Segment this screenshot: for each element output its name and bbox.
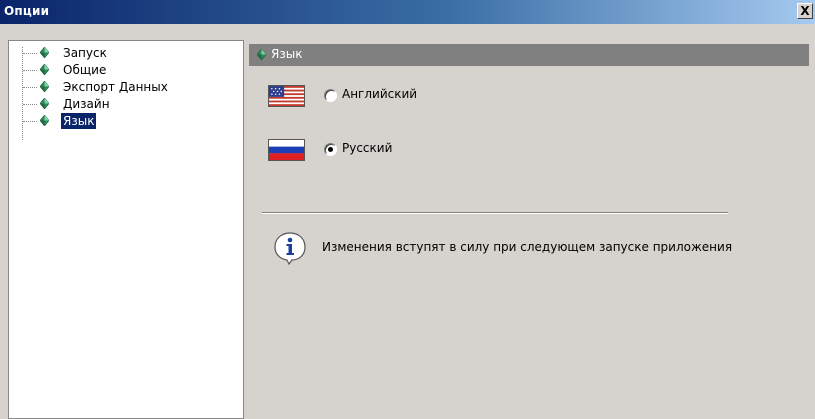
green-diamond-icon bbox=[257, 49, 266, 60]
english-radio[interactable] bbox=[324, 89, 337, 102]
green-diamond-icon bbox=[40, 115, 49, 126]
window-title: Опции bbox=[4, 4, 50, 18]
panel-title: Язык bbox=[271, 47, 303, 61]
tree-branch-line bbox=[23, 104, 37, 105]
english-label[interactable]: Английский bbox=[342, 87, 417, 101]
russia-flag-icon bbox=[268, 139, 305, 161]
tree-item-label: Запуск bbox=[63, 46, 107, 60]
green-diamond-icon bbox=[40, 98, 49, 109]
tree-item-label: Дизайн bbox=[63, 97, 110, 111]
russian-radio[interactable] bbox=[324, 143, 337, 156]
options-tree: Запуск Общие Экспорт Данных Дизайн Язык bbox=[8, 40, 244, 419]
info-message: Изменения вступят в силу при следующем з… bbox=[322, 240, 733, 254]
info-icon bbox=[274, 232, 306, 266]
green-diamond-icon bbox=[40, 81, 49, 92]
tree-branch-line bbox=[23, 87, 37, 88]
tree-branch-line bbox=[23, 121, 37, 122]
panel-header: Язык bbox=[249, 44, 809, 66]
tree-item-label: Общие bbox=[63, 63, 107, 77]
separator bbox=[262, 212, 728, 214]
us-flag-icon bbox=[268, 85, 305, 107]
russian-label[interactable]: Русский bbox=[342, 141, 392, 155]
green-diamond-icon bbox=[40, 64, 49, 75]
tree-branch-line bbox=[23, 70, 37, 71]
tree-item-label: Язык bbox=[61, 113, 97, 129]
tree-item-label: Экспорт Данных bbox=[63, 80, 168, 94]
tree-connector-line bbox=[22, 47, 23, 140]
green-diamond-icon bbox=[40, 47, 49, 58]
close-button[interactable]: X bbox=[797, 3, 813, 19]
title-bar: Опции X bbox=[0, 0, 815, 24]
tree-branch-line bbox=[23, 53, 37, 54]
